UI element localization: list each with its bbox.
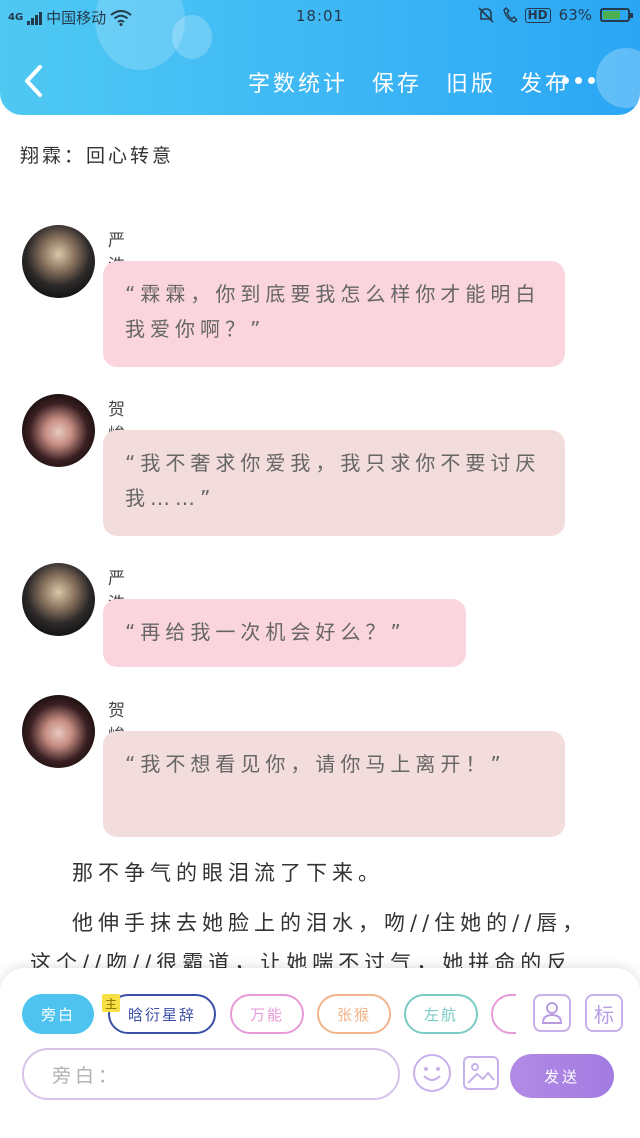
- compose-panel: 旁白 晗衍星辞 万能 张猴 左航 主 标 旁白： 发送: [0, 968, 640, 1138]
- avatar[interactable]: [22, 563, 95, 636]
- tag-button[interactable]: 标: [585, 994, 623, 1032]
- avatar[interactable]: [22, 695, 95, 768]
- character-chip[interactable]: 晗衍星辞: [108, 994, 216, 1034]
- status-right: HD 63%: [477, 6, 633, 24]
- message-bubble[interactable]: “霖霖，你到底要我怎么样你才能明白我爱你啊？”: [103, 261, 565, 367]
- avatar[interactable]: [22, 225, 95, 298]
- message-input[interactable]: 旁白：: [22, 1048, 400, 1100]
- message-bubble[interactable]: “再给我一次机会好么？”: [103, 599, 466, 667]
- status-bar: 4G 中国移动 18:01 HD 63%: [0, 0, 640, 32]
- hd-badge: HD: [524, 7, 551, 23]
- character-chip-narrator[interactable]: 旁白: [22, 994, 94, 1034]
- call-icon: [502, 7, 517, 23]
- battery-percent: 63%: [558, 6, 592, 24]
- message-bubble[interactable]: “我不想看见你，请你马上离开！”: [103, 731, 565, 837]
- old-version-button[interactable]: 旧版: [446, 66, 496, 98]
- avatar[interactable]: [22, 394, 95, 467]
- person-icon[interactable]: [533, 994, 571, 1032]
- character-chip[interactable]: 万能: [230, 994, 304, 1034]
- character-chip[interactable]: 左航: [404, 994, 478, 1034]
- main-character-badge: 主: [102, 994, 120, 1012]
- mute-bell-icon: [478, 7, 494, 23]
- character-chip[interactable]: 张猴: [317, 994, 391, 1034]
- chapter-title: 翔霖：回心转意: [20, 145, 175, 167]
- smiley-icon[interactable]: [413, 1054, 451, 1092]
- save-button[interactable]: 保存: [372, 66, 422, 98]
- message-bubble[interactable]: “我不奢求你爱我，我只求你不要讨厌我……”: [103, 430, 565, 536]
- send-button[interactable]: 发送: [510, 1054, 614, 1098]
- character-chip[interactable]: [491, 994, 516, 1034]
- app-header: 4G 中国移动 18:01 HD 63% 字数统计 保存 旧版 发布: [0, 0, 640, 115]
- battery-icon: [600, 8, 633, 22]
- decor-bubble: [596, 48, 640, 108]
- more-dots-icon[interactable]: [562, 77, 595, 84]
- toolbar-actions: 字数统计 保存 旧版 发布: [248, 66, 570, 98]
- character-chip-row: 旁白 晗衍星辞 万能 张猴 左航: [22, 994, 516, 1038]
- word-count-button[interactable]: 字数统计: [248, 66, 348, 98]
- back-chevron-icon[interactable]: [22, 64, 48, 98]
- narration-paragraph: 那不争气的眼泪流了下来。: [72, 861, 384, 885]
- image-icon[interactable]: [463, 1056, 499, 1090]
